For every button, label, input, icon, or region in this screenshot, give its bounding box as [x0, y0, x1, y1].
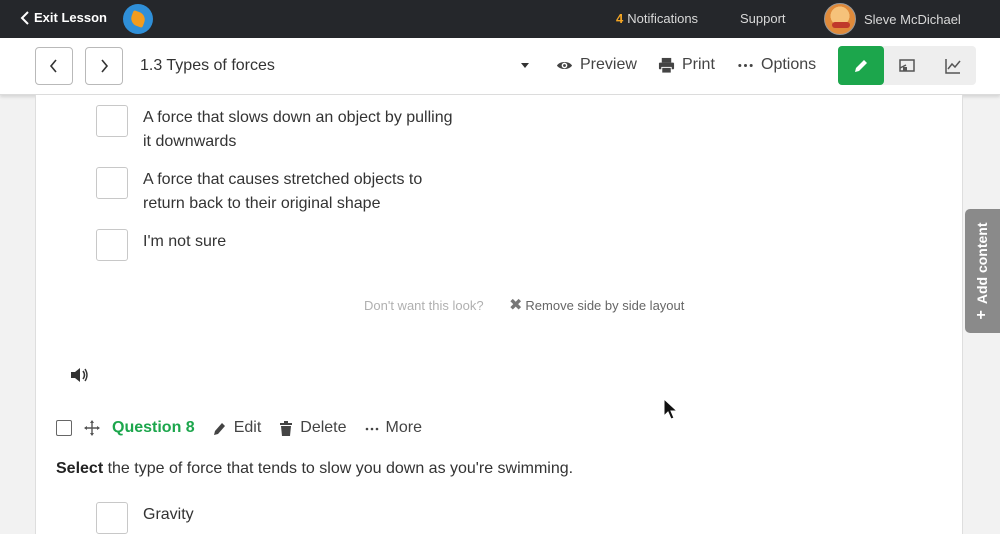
- mouse-cursor-icon: [663, 398, 679, 420]
- more-dots-icon: [365, 427, 378, 430]
- more-options-button[interactable]: More: [365, 419, 422, 437]
- question-prompt: Select the type of force that tends to s…: [56, 460, 573, 478]
- option-text-line: it downwards: [143, 133, 237, 150]
- add-content-label-group: + Add content: [973, 223, 991, 320]
- print-label: Print: [682, 56, 715, 73]
- more-dots-icon: [738, 63, 753, 67]
- previous-button[interactable]: [35, 47, 73, 85]
- chevron-left-icon: [20, 10, 29, 25]
- print-button[interactable]: Print: [658, 56, 715, 74]
- add-content-tab[interactable]: + Add content: [965, 209, 1000, 333]
- pencil-icon: [855, 59, 867, 72]
- user-name: Sleve McDichael: [864, 11, 961, 27]
- exit-lesson-button[interactable]: Exit Lesson: [20, 10, 107, 25]
- option-text: Gravity: [143, 506, 194, 523]
- avatar: [824, 3, 856, 35]
- option-text-line: return back to their original shape: [143, 195, 381, 212]
- edit-label: Edit: [233, 419, 262, 436]
- option-text-line: A force that causes stretched objects to: [143, 171, 423, 188]
- delete-label: Delete: [300, 419, 347, 436]
- answer-option[interactable]: Gravity: [96, 502, 194, 534]
- speaker-icon[interactable]: [70, 367, 90, 383]
- user-menu[interactable]: Sleve McDichael: [824, 3, 961, 35]
- notifications-label: Notifications: [627, 11, 699, 26]
- option-checkbox[interactable]: [96, 105, 128, 137]
- prompt-emphasis: Select: [56, 460, 104, 477]
- lesson-dropdown-caret-icon[interactable]: [521, 63, 529, 68]
- more-label: More: [385, 419, 422, 436]
- top-bar: Exit Lesson 4 Notifications Support Sleve…: [0, 0, 1000, 38]
- option-checkbox[interactable]: [96, 167, 128, 199]
- presentation-icon: [899, 58, 915, 72]
- option-text-line: I'm not sure: [143, 233, 227, 250]
- question-select-checkbox[interactable]: [56, 420, 72, 436]
- option-text: A force that causes stretched objects to…: [143, 168, 422, 216]
- plus-icon: +: [973, 310, 990, 320]
- options-button[interactable]: Options: [737, 56, 816, 74]
- answer-option[interactable]: A force that slows down an object by pul…: [96, 105, 453, 154]
- eye-icon: [556, 61, 573, 69]
- trash-icon: [280, 420, 293, 436]
- rocket-icon: [129, 10, 147, 28]
- question-header: Question 8 Edit Delete More: [56, 418, 440, 438]
- insights-mode-button[interactable]: [930, 46, 976, 85]
- prompt-text: the type of force that tends to slow you…: [103, 460, 574, 477]
- option-text: A force that slows down an object by pul…: [143, 106, 453, 154]
- close-icon: ✖: [509, 297, 523, 314]
- printer-icon: [658, 57, 675, 74]
- preview-button[interactable]: Preview: [556, 56, 637, 74]
- notifications-count: 4: [616, 11, 624, 26]
- answer-option[interactable]: A force that causes stretched objects to…: [96, 167, 422, 216]
- preview-label: Preview: [580, 56, 637, 73]
- present-mode-button[interactable]: [884, 46, 930, 85]
- notifications-link[interactable]: 4 Notifications: [616, 11, 698, 26]
- brand-logo[interactable]: [123, 4, 153, 34]
- lesson-content: A force that slows down an object by pul…: [35, 95, 963, 534]
- exit-lesson-label: Exit Lesson: [34, 10, 107, 25]
- mode-switcher: [838, 46, 976, 85]
- add-content-label: Add content: [974, 222, 990, 305]
- option-text-line: A force that slows down an object by pul…: [143, 109, 453, 126]
- layout-hint: Don't want this look?: [364, 298, 484, 313]
- edit-question-button[interactable]: Edit: [213, 419, 262, 437]
- remove-layout-label: Remove side by side layout: [525, 298, 685, 313]
- option-checkbox[interactable]: [96, 502, 128, 534]
- pencil-icon: [213, 422, 225, 435]
- next-button[interactable]: [85, 47, 123, 85]
- support-link[interactable]: Support: [740, 11, 786, 26]
- option-text: I'm not sure: [143, 230, 226, 254]
- chevron-right-icon: [101, 59, 109, 73]
- answer-option[interactable]: I'm not sure: [96, 229, 226, 261]
- chevron-left-icon: [49, 59, 57, 73]
- line-chart-icon: [945, 58, 961, 74]
- option-checkbox[interactable]: [96, 229, 128, 261]
- question-number: Question 8: [112, 419, 195, 436]
- edit-mode-button[interactable]: [838, 46, 884, 85]
- move-icon[interactable]: [84, 420, 100, 436]
- options-label: Options: [761, 56, 817, 73]
- lesson-toolbar: 1.3 Types of forces Preview Print Option…: [0, 38, 1000, 95]
- lesson-title: 1.3 Types of forces: [140, 57, 275, 74]
- remove-layout-button[interactable]: ✖ Remove side by side layout: [509, 297, 685, 314]
- delete-question-button[interactable]: Delete: [279, 419, 347, 437]
